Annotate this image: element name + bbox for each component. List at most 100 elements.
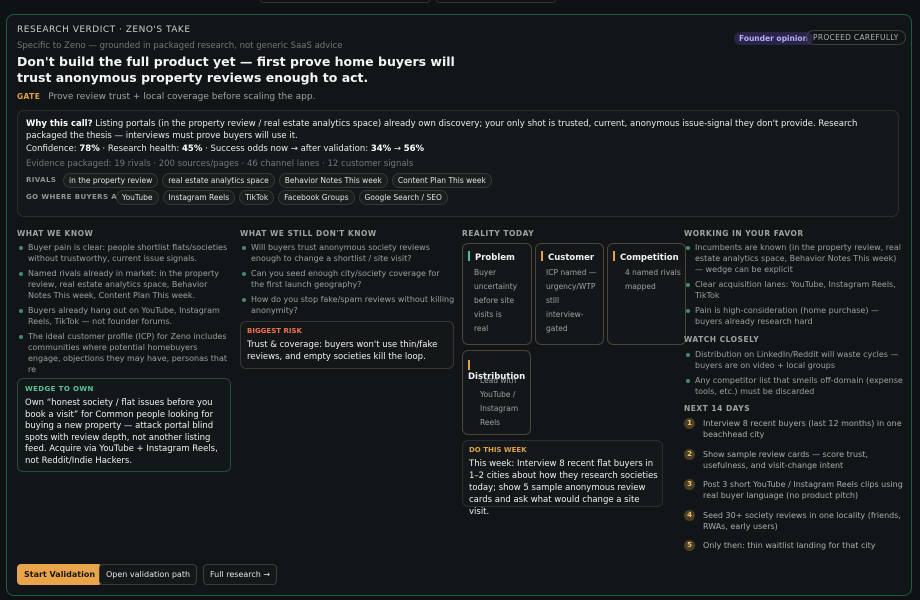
competition-title: Competition	[613, 251, 679, 263]
wedge-heading: WEDGE TO OWN	[25, 385, 94, 393]
status-bar-icon	[468, 360, 470, 370]
step-item: 4 Seed 30+ society reviews in one localit…	[684, 509, 904, 532]
what-we-know-heading: WHAT WE KNOW	[17, 229, 94, 238]
why-body: Listing portals (in the property review …	[26, 119, 858, 141]
list-item: Clear acquisition lanes: YouTube, Instag…	[684, 279, 904, 301]
rival-chip[interactable]: in the property review	[63, 173, 159, 188]
status-bar-icon	[468, 251, 470, 261]
customer-card: Customer ICP named — urgency/WTP still i…	[535, 243, 604, 345]
step-text: Post 3 short YouTube / Instagram Reels c…	[703, 480, 903, 500]
step-item: 1 Interview 8 recent buyers (last 12 mont…	[684, 418, 904, 440]
problem-line: Buyer	[474, 268, 497, 277]
confidence-line: Confidence: 78% · Research health: 45% ·…	[26, 143, 424, 155]
biggest-risk-panel: BIGGEST RISK Trust & coverage: buyers wo…	[240, 321, 454, 369]
problem-line: real	[474, 324, 489, 333]
step-text: Seed 30+ society reviews in one locality…	[703, 510, 901, 531]
list-item: Buyers already hang out on YouTube, Inst…	[17, 305, 232, 327]
gate-line: GATE Prove review trust + local coverage …	[17, 92, 315, 102]
rivals-chips: in the property review real estate analy…	[63, 173, 492, 188]
still-dont-know-list: Will buyers trust anonymous society revi…	[240, 242, 455, 320]
customer-line: urgency/WTP	[546, 282, 596, 291]
wedge-panel: WEDGE TO OWN Own “honest society / flat …	[17, 378, 231, 472]
gate-text: Prove review trust + local coverage befo…	[48, 92, 316, 102]
wedge-text: Own “honest society / flat issues before…	[25, 398, 218, 466]
step-text: Show sample review cards — score trust, …	[703, 449, 868, 470]
problem-line: before site	[474, 296, 515, 305]
working-in-favor-heading: WORKING IN YOUR FAVOR	[684, 229, 804, 238]
why-text: Why this call? Listing portals (in the p…	[26, 118, 892, 142]
problem-line: uncertainty	[474, 282, 518, 291]
do-this-week-panel: DO THIS WEEK This week: Interview 8 rece…	[462, 440, 663, 517]
step-number: 1	[684, 418, 695, 429]
list-item: Named rivals already in market: in the p…	[17, 268, 232, 301]
step-number: 3	[684, 479, 695, 490]
start-validation-button[interactable]: Start Validation	[17, 564, 103, 585]
health-label: · Research health:	[102, 144, 180, 154]
odds-label: · Success odds now → after validation:	[205, 144, 369, 154]
problem-line: visits is	[474, 310, 502, 319]
rivals-label: RIVALS	[26, 176, 57, 184]
risk-text: Trust & coverage: buyers won't use thin/…	[247, 340, 438, 362]
problem-card: Problem Buyer uncertainty before site vi…	[462, 243, 532, 345]
do-this-week-heading: DO THIS WEEK	[469, 446, 527, 454]
full-research-button[interactable]: Full research →	[203, 564, 278, 585]
problem-title-text: Problem	[475, 253, 515, 263]
status-bar-icon	[613, 251, 615, 261]
channel-chip[interactable]: YouTube	[116, 190, 159, 205]
gate-tag: GATE	[17, 92, 41, 101]
confidence-value: 78%	[79, 144, 100, 154]
customer-body: ICP named — urgency/WTP still interview-…	[546, 266, 596, 336]
list-item: The ideal customer profile (ICP) for Zen…	[17, 331, 232, 372]
rival-chip[interactable]: Content Plan This week	[391, 173, 492, 188]
distribution-card: Distribution Lead with YouTube / Instagr…	[462, 350, 531, 435]
odds-after: 56%	[403, 144, 425, 154]
competition-line: 4 named rivals	[625, 268, 681, 277]
channel-chip[interactable]: Google Search / SEO	[358, 190, 448, 205]
verdict-title: Don't build the full product yet — first…	[17, 54, 455, 85]
customer-line: ICP named —	[546, 268, 597, 277]
do-this-week-text: This week: Interview 8 recent flat buyer…	[469, 459, 658, 517]
step-number: 4	[684, 509, 695, 521]
why-panel: Why this call? Listing portals (in the p…	[17, 110, 899, 217]
health-value: 45%	[182, 144, 203, 154]
distribution-line: YouTube /	[480, 390, 516, 399]
rival-chip[interactable]: Behavior Notes This week	[278, 173, 388, 188]
distribution-line: Lead with	[480, 376, 517, 385]
competition-body: 4 named rivals mapped	[625, 266, 681, 294]
channel-chip[interactable]: TikTok	[239, 190, 275, 205]
list-item: Buyer pain is clear: people shortlist fl…	[17, 242, 232, 264]
watch-closely-heading: WATCH CLOSELY	[684, 335, 760, 344]
list-item: Can you seed enough city/society coverag…	[240, 268, 455, 290]
list-item: Incumbents are known (in the property re…	[684, 242, 904, 275]
step-item: 5 Only then: thin waitlist landing for th…	[684, 540, 904, 562]
evidence-line: Evidence packaged: 19 rivals · 200 sourc…	[26, 159, 414, 169]
working-in-favor-list: Incumbents are known (in the property re…	[684, 242, 904, 331]
customer-title-text: Customer	[548, 253, 595, 263]
next-14-days-heading: NEXT 14 DAYS	[684, 404, 751, 413]
step-number: 2	[684, 448, 695, 460]
channel-chip[interactable]: Facebook Groups	[278, 190, 355, 205]
customer-line: still	[546, 296, 560, 305]
list-item: Will buyers trust anonymous society revi…	[240, 242, 455, 264]
step-number: 5	[684, 540, 695, 551]
next-14-days-list: 1 Interview 8 recent buyers (last 12 mont…	[684, 418, 904, 571]
channel-chip[interactable]: Instagram Reels	[162, 190, 236, 205]
competition-card: Competition 4 named rivals mapped	[607, 243, 686, 345]
distribution-line: Reels	[480, 418, 501, 427]
channel-chips: YouTube Instagram Reels TikTok Facebook …	[116, 190, 448, 205]
open-validation-path-button[interactable]: Open validation path	[99, 564, 198, 585]
rival-chip[interactable]: real estate analytics space	[162, 173, 275, 188]
status-bar-icon	[541, 251, 543, 261]
competition-title-text: Competition	[620, 253, 679, 263]
odds-now: 34%	[370, 144, 392, 154]
step-text: Only then: thin waitlist landing for tha…	[703, 541, 876, 550]
list-item: Distribution on LinkedIn/Reddit will was…	[684, 349, 904, 371]
customer-line: gated	[546, 324, 568, 333]
problem-body: Buyer uncertainty before site visits is …	[474, 266, 517, 336]
reality-today-heading: REALITY TODAY	[462, 229, 535, 238]
distribution-line: Instagram	[480, 404, 519, 413]
risk-heading: BIGGEST RISK	[247, 327, 302, 335]
distribution-body: Lead with YouTube / Instagram Reels	[480, 374, 518, 430]
what-we-know-list: Buyer pain is clear: people shortlist fl…	[17, 242, 232, 372]
verdict-card: RESEARCH VERDICT · ZENO'S TAKE Specific …	[6, 14, 912, 596]
